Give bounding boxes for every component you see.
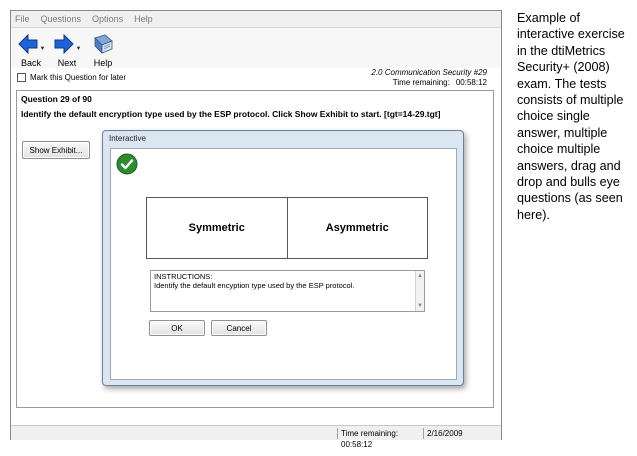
chevron-down-icon[interactable]: ▼ [40,46,46,52]
mark-later-option[interactable]: Mark this Question for later [17,73,126,82]
status-bar: Time remaining: 00:58:12 2/16/2009 [11,425,501,449]
check-icon [116,153,138,175]
interactive-dialog: Interactive Symmetric Asymmetric INSTRUC… [102,130,464,386]
back-label: Back [20,58,41,68]
next-button[interactable]: ▼ Next [49,28,85,68]
menu-questions[interactable]: Questions [41,14,82,24]
menu-bar: File Questions Options Help [11,11,501,28]
time-remaining-label: Time remaining: [392,78,450,87]
help-label: Help [93,58,113,68]
back-button[interactable]: ▼ Back [13,28,49,68]
instructions-text: Identify the default encyption type used… [154,281,355,290]
next-arrow-icon [54,33,74,55]
show-exhibit-button[interactable]: Show Exhibit... [22,141,90,159]
time-remaining-header: Time remaining: 00:58:12 [387,78,487,87]
mark-later-checkbox[interactable] [17,73,26,82]
instructions-heading: INSTRUCTIONS: [154,272,213,281]
dialog-title: Interactive [109,134,146,143]
choice-asymmetric[interactable]: Asymmetric [286,198,428,258]
status-time-remaining: Time remaining: 00:58:12 [337,428,423,449]
next-label: Next [57,58,77,68]
question-text: Identify the default encryption type use… [21,109,441,119]
question-topic: 2.0 Communication Security #29 [371,68,487,77]
mark-later-label: Mark this Question for later [30,73,127,82]
choice-symmetric[interactable]: Symmetric [147,198,287,258]
status-date: 2/16/2009 [423,428,501,439]
question-number: Question 29 of 90 [21,94,92,104]
menu-help[interactable]: Help [134,14,153,24]
instructions-scrollbar[interactable]: ▲ ▼ [415,271,424,311]
scroll-up-icon[interactable]: ▲ [417,272,423,281]
back-arrow-icon [17,33,38,55]
dialog-body: Symmetric Asymmetric INSTRUCTIONS: Ident… [110,148,457,380]
help-button[interactable]: Help [85,28,121,68]
menu-options[interactable]: Options [92,14,123,24]
ok-button[interactable]: OK [149,320,205,336]
scroll-down-icon[interactable]: ▼ [417,302,423,311]
menu-file[interactable]: File [15,14,30,24]
time-remaining-value: 00:58:12 [455,78,487,87]
cancel-button[interactable]: Cancel [211,320,267,336]
toolbar: ▼ Back ▼ Next Help [11,28,501,68]
caption-text: Example of interactive exercise in the d… [517,11,625,222]
help-book-icon [94,34,113,54]
answer-choices: Symmetric Asymmetric [146,197,428,259]
chevron-down-icon[interactable]: ▼ [76,46,82,52]
instructions-box[interactable]: INSTRUCTIONS: Identify the default encyp… [150,270,425,312]
